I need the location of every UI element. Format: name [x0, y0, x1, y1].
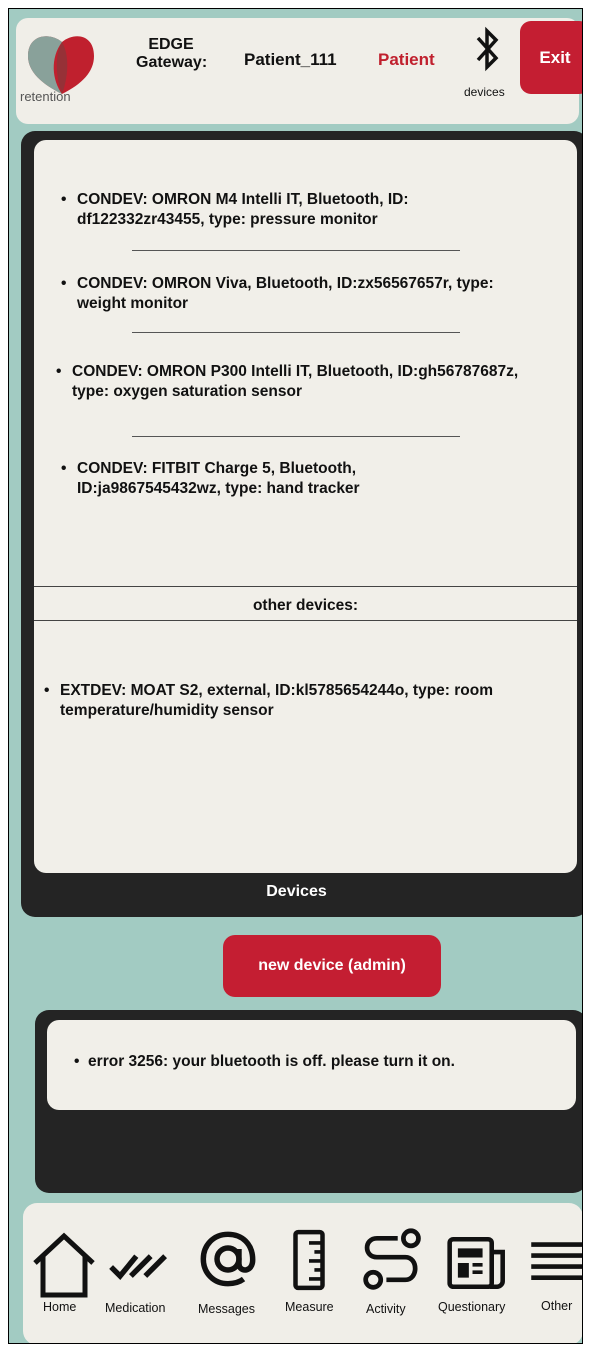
bottom-nav: Home Medication Messages Measure Activit…: [23, 1203, 582, 1343]
patient-role: Patient: [378, 50, 435, 69]
nav-messages[interactable]: Messages: [186, 1203, 264, 1343]
at-sign-icon: [200, 1231, 256, 1287]
double-check-icon: [109, 1254, 168, 1281]
divider: [34, 620, 577, 621]
divider: [34, 586, 577, 587]
nav-label: Medication: [105, 1301, 166, 1315]
device-item-text: CONDEV: OMRON Viva, Bluetooth, ID:zx5656…: [77, 275, 494, 312]
nav-other[interactable]: Other: [521, 1203, 582, 1343]
divider: [132, 250, 460, 251]
nav-label: Measure: [285, 1300, 334, 1314]
bluetooth-icon[interactable]: [474, 26, 500, 72]
bullet: •: [74, 1053, 89, 1070]
nav-label: Questionary: [438, 1300, 506, 1314]
app-frame: retention EDGE Gateway: Patient_111 Pati…: [8, 8, 583, 1344]
device-item-text: CONDEV: OMRON M4 Intelli IT, Bluetooth, …: [77, 191, 409, 228]
nav-home[interactable]: Home: [23, 1203, 99, 1343]
home-icon: [33, 1232, 95, 1298]
device-item[interactable]: • CONDEV: OMRON M4 Intelli IT, Bluetooth,…: [57, 190, 507, 230]
nav-activity[interactable]: Activity: [360, 1203, 430, 1343]
ruler-icon: [293, 1229, 325, 1291]
devices-panel: • CONDEV: OMRON M4 Intelli IT, Bluetooth,…: [21, 131, 582, 917]
divider: [132, 436, 460, 437]
nav-measure[interactable]: Measure: [271, 1203, 341, 1343]
nav-label: Other: [541, 1299, 573, 1313]
logo-text: retention: [20, 89, 71, 104]
error-message-text: error 3256: your bluetooth is off. pleas…: [88, 1053, 455, 1070]
patient-id: Patient_111: [244, 50, 337, 69]
devices-list: • CONDEV: OMRON M4 Intelli IT, Bluetooth,…: [34, 140, 577, 873]
devices-label[interactable]: devices: [464, 85, 505, 99]
device-item-text: CONDEV: FITBIT Charge 5, Bluetooth, ID:j…: [77, 460, 360, 497]
external-device-item[interactable]: • EXTDEV: MOAT S2, external, ID:kl5785654…: [40, 681, 530, 721]
device-item[interactable]: • CONDEV: OMRON Viva, Bluetooth, ID:zx565…: [57, 274, 507, 314]
error-message-box: • error 3256: your bluetooth is off. ple…: [47, 1020, 576, 1110]
error-panel: • error 3256: your bluetooth is off. ple…: [35, 1010, 582, 1193]
menu-icon: [531, 1242, 582, 1280]
route-icon: [363, 1228, 421, 1290]
divider: [132, 332, 460, 333]
devices-caption: Devices: [266, 883, 327, 900]
gateway-label: EDGE Gateway:: [136, 36, 208, 71]
newspaper-icon: [447, 1236, 505, 1290]
nav-questionary[interactable]: Questionary: [434, 1203, 518, 1343]
device-item-text: CONDEV: OMRON P300 Intelli IT, Bluetooth…: [72, 363, 519, 400]
new-device-button[interactable]: new device (admin): [223, 935, 441, 997]
device-item[interactable]: • CONDEV: FITBIT Charge 5, Bluetooth, ID:…: [57, 459, 457, 499]
header-bar: retention EDGE Gateway: Patient_111 Pati…: [16, 18, 582, 124]
device-item-text: EXTDEV: MOAT S2, external, ID:kl57856542…: [60, 682, 494, 719]
nav-medication[interactable]: Medication: [101, 1203, 181, 1343]
nav-label: Messages: [198, 1302, 255, 1316]
nav-label: Home: [43, 1300, 77, 1314]
device-item[interactable]: • CONDEV: OMRON P300 Intelli IT, Bluetoot…: [52, 362, 522, 402]
error-message: • error 3256: your bluetooth is off. ple…: [74, 1053, 455, 1071]
other-devices-label: other devices:: [252, 597, 359, 614]
exit-button[interactable]: Exit: [520, 21, 582, 94]
nav-label: Activity: [366, 1302, 406, 1316]
